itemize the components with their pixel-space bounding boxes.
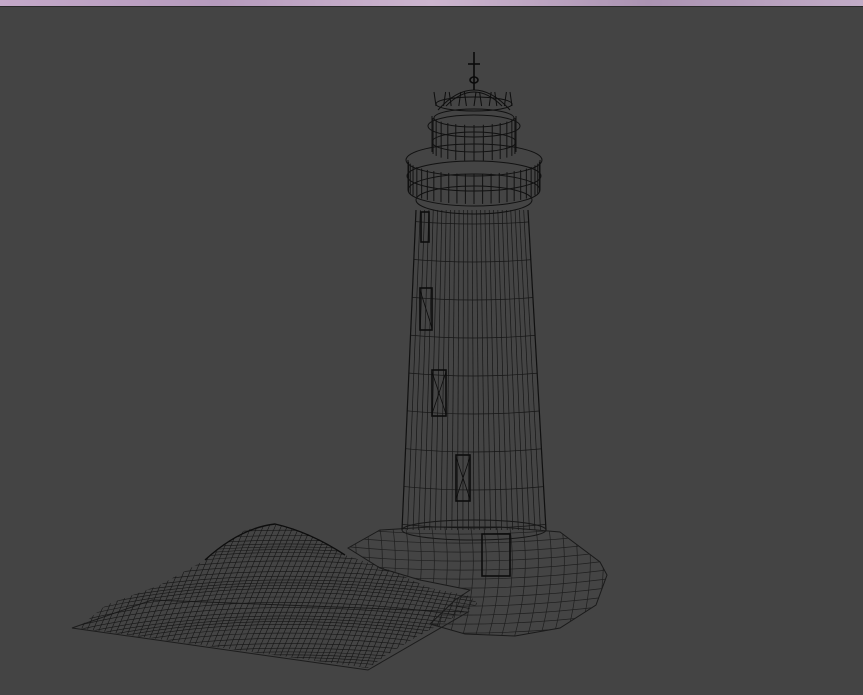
tower-wire-grid: [402, 210, 546, 530]
3d-viewport[interactable]: [0, 0, 863, 695]
wireframe-scene[interactable]: [0, 0, 863, 695]
lighthouse[interactable]: [398, 52, 550, 577]
lantern-room: [427, 108, 521, 161]
dome-crown: [433, 89, 513, 112]
finial-cross-icon: [468, 52, 480, 90]
